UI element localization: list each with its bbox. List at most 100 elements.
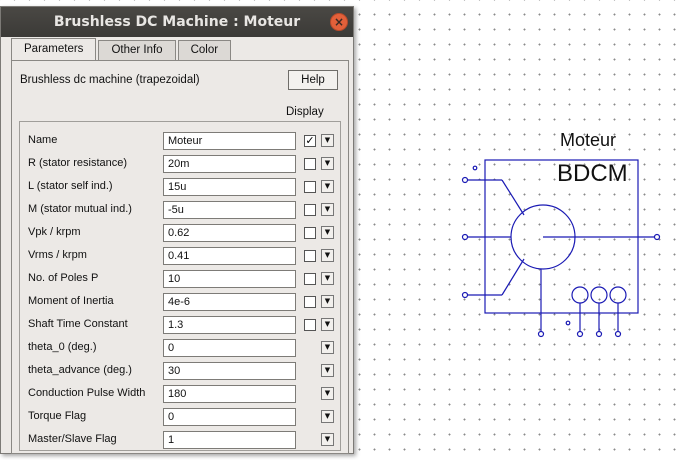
param-value-input[interactable]: 15u <box>163 178 296 196</box>
param-row: Name Moteur ✓ ▼ <box>20 131 342 151</box>
param-row: L (stator self ind.) 15u ▼ <box>20 177 342 197</box>
param-dropdown-button[interactable]: ▼ <box>321 203 334 216</box>
param-dropdown-button[interactable]: ▼ <box>321 157 334 170</box>
param-value-input[interactable]: Moteur <box>163 132 296 150</box>
param-dropdown-button[interactable]: ▼ <box>321 295 334 308</box>
param-value-input[interactable]: 0.62 <box>163 224 296 242</box>
param-label: Moment of Inertia <box>28 295 114 307</box>
param-row: Vpk / krpm 0.62 ▼ <box>20 223 342 243</box>
param-row: Vrms / krpm 0.41 ▼ <box>20 246 342 266</box>
param-value-input[interactable]: 1.3 <box>163 316 296 334</box>
polarity-dot-bottom <box>565 320 571 326</box>
param-value-input[interactable]: 0 <box>163 339 296 357</box>
param-value-input[interactable]: 30 <box>163 362 296 380</box>
terminal-sa[interactable] <box>576 330 584 338</box>
param-dropdown-button[interactable]: ▼ <box>321 249 334 262</box>
chevron-down-icon: ▼ <box>324 297 331 305</box>
polarity-dot-top <box>472 165 478 171</box>
param-dropdown-button[interactable]: ▼ <box>321 272 334 285</box>
chevron-down-icon: ▼ <box>324 136 331 144</box>
tab-parameters[interactable]: Parameters <box>11 38 97 60</box>
chevron-down-icon: ▼ <box>324 412 331 420</box>
param-dropdown-button[interactable]: ▼ <box>321 134 334 147</box>
component-type-label: BDCM <box>557 160 628 187</box>
chevron-down-icon: ▼ <box>324 274 331 282</box>
display-checkbox[interactable] <box>304 296 316 308</box>
param-dropdown-button[interactable]: ▼ <box>321 341 334 354</box>
param-dropdown-button[interactable]: ▼ <box>321 364 334 377</box>
chevron-down-icon: ▼ <box>324 251 331 259</box>
param-value-input[interactable]: 10 <box>163 270 296 288</box>
param-label: No. of Poles P <box>28 272 99 284</box>
param-label: Vrms / krpm <box>28 249 87 261</box>
param-value-input[interactable]: 180 <box>163 385 296 403</box>
display-checkbox[interactable] <box>304 319 316 331</box>
close-icon: × <box>333 15 345 29</box>
param-dropdown-button[interactable]: ▼ <box>321 318 334 331</box>
chevron-down-icon: ▼ <box>324 366 331 374</box>
param-row: Moment of Inertia 4e-6 ▼ <box>20 292 342 312</box>
terminal-a[interactable] <box>461 176 469 184</box>
param-row: theta_advance (deg.) 30 ▼ <box>20 361 342 381</box>
chevron-down-icon: ▼ <box>324 435 331 443</box>
phase-a-diag <box>501 179 525 216</box>
dialog-title: Brushless DC Machine : Moteur <box>53 14 301 30</box>
param-row: R (stator resistance) 20m ▼ <box>20 154 342 174</box>
parameters-panel: Brushless dc machine (trapezoidal) Help … <box>11 60 349 454</box>
component-name-label[interactable]: Moteur <box>560 130 616 151</box>
param-dropdown-button[interactable]: ▼ <box>321 387 334 400</box>
chevron-down-icon: ▼ <box>324 343 331 351</box>
display-checkbox[interactable] <box>304 181 316 193</box>
param-value-input[interactable]: 20m <box>163 155 296 173</box>
terminal-shaft[interactable] <box>653 233 661 241</box>
tab-color[interactable]: Color <box>177 40 232 60</box>
param-label: M (stator mutual ind.) <box>28 203 132 215</box>
param-dropdown-button[interactable]: ▼ <box>321 433 334 446</box>
terminal-b[interactable] <box>461 233 469 241</box>
param-value-input[interactable]: -5u <box>163 201 296 219</box>
param-value-input[interactable]: 4e-6 <box>163 293 296 311</box>
sensor-circle-2 <box>590 286 608 304</box>
display-checkbox[interactable]: ✓ <box>304 135 316 147</box>
terminal-c[interactable] <box>461 291 469 299</box>
display-checkbox[interactable] <box>304 158 316 170</box>
param-label: Vpk / krpm <box>28 226 81 238</box>
param-dropdown-button[interactable]: ▼ <box>321 410 334 423</box>
display-checkbox[interactable] <box>304 204 316 216</box>
terminal-sb[interactable] <box>595 330 603 338</box>
sensor-circle-1 <box>571 286 589 304</box>
chevron-down-icon: ▼ <box>324 205 331 213</box>
param-row: M (stator mutual ind.) -5u ▼ <box>20 200 342 220</box>
param-label: theta_0 (deg.) <box>28 341 97 353</box>
chevron-down-icon: ▼ <box>324 320 331 328</box>
help-button[interactable]: Help <box>288 70 338 90</box>
param-dropdown-button[interactable]: ▼ <box>321 226 334 239</box>
dialog-titlebar[interactable]: Brushless DC Machine : Moteur × <box>1 7 353 37</box>
param-value-input[interactable]: 0 <box>163 408 296 426</box>
param-label: Name <box>28 134 58 146</box>
chevron-down-icon: ▼ <box>324 159 331 167</box>
chevron-down-icon: ▼ <box>324 389 331 397</box>
param-value-input[interactable]: 0.41 <box>163 247 296 265</box>
param-row: Shaft Time Constant 1.3 ▼ <box>20 315 342 335</box>
param-label: Shaft Time Constant <box>28 318 128 330</box>
terminal-sc[interactable] <box>614 330 622 338</box>
param-row: theta_0 (deg.) 0 ▼ <box>20 338 342 358</box>
param-label: L (stator self ind.) <box>28 180 113 192</box>
tab-other-info[interactable]: Other Info <box>98 40 176 60</box>
param-value-input[interactable]: 1 <box>163 431 296 449</box>
param-row: Conduction Pulse Width 180 ▼ <box>20 384 342 404</box>
sensor-circle-3 <box>609 286 627 304</box>
chevron-down-icon: ▼ <box>324 228 331 236</box>
close-button[interactable]: × <box>330 13 348 31</box>
param-dropdown-button[interactable]: ▼ <box>321 180 334 193</box>
param-row: Torque Flag 0 ▼ <box>20 407 342 427</box>
properties-dialog: Brushless DC Machine : Moteur × Paramete… <box>0 6 354 454</box>
display-checkbox[interactable] <box>304 227 316 239</box>
display-checkbox[interactable] <box>304 273 316 285</box>
check-icon: ✓ <box>305 134 315 147</box>
param-label: Torque Flag <box>28 410 87 422</box>
parameter-table: Name Moteur ✓ ▼ R (stator resistance) 20m ▼ L (… <box>19 121 341 451</box>
display-checkbox[interactable] <box>304 250 316 262</box>
terminal-mech[interactable] <box>537 330 545 338</box>
